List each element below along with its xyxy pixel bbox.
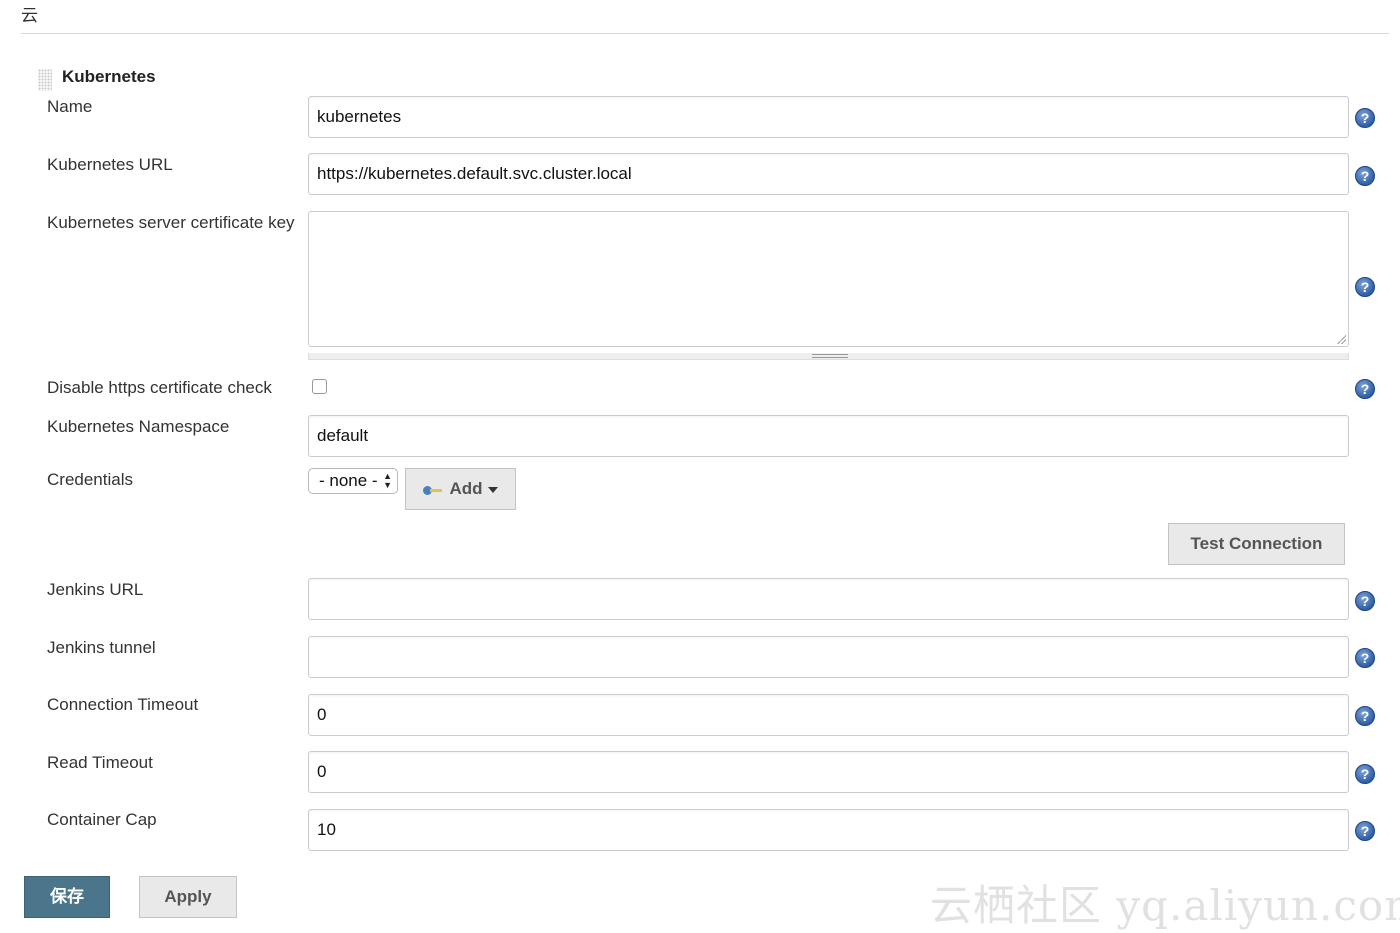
resize-grip-icon[interactable]	[1336, 334, 1346, 344]
key-icon	[423, 485, 443, 495]
container-cap-label: Container Cap	[47, 810, 157, 829]
caret-down-icon	[487, 486, 498, 493]
certificate-key-textarea[interactable]	[308, 211, 1349, 347]
add-button-label: Add	[449, 479, 483, 498]
test-connection-button[interactable]: Test Connection	[1168, 523, 1345, 565]
add-credentials-button[interactable]: Add	[405, 468, 516, 510]
connection-timeout-help-icon[interactable]: ?	[1355, 706, 1375, 726]
namespace-label: Kubernetes Namespace	[47, 417, 230, 436]
disable-https-label: Disable https certificate check	[47, 378, 272, 397]
name-label: Name	[47, 97, 93, 116]
name-help-icon[interactable]: ?	[1355, 108, 1375, 128]
certificate-key-label: Kubernetes server certificate key	[47, 213, 295, 232]
jenkins-tunnel-input[interactable]	[308, 636, 1349, 678]
kubernetes-url-help-icon[interactable]: ?	[1355, 166, 1375, 186]
resize-handle-icon[interactable]	[812, 354, 848, 358]
save-button[interactable]: 保存	[24, 876, 110, 918]
jenkins-tunnel-label: Jenkins tunnel	[47, 638, 156, 657]
select-arrows-icon: ▲ ▼	[383, 471, 392, 490]
credentials-label: Credentials	[47, 470, 133, 489]
name-input[interactable]: kubernetes	[308, 96, 1349, 138]
kubernetes-url-input[interactable]: https://kubernetes.default.svc.cluster.l…	[308, 153, 1349, 195]
cloud-title: Kubernetes	[62, 67, 156, 86]
read-timeout-input[interactable]: 0	[308, 751, 1349, 793]
connection-timeout-label: Connection Timeout	[47, 695, 199, 714]
namespace-input[interactable]: default	[308, 415, 1349, 457]
textarea-resize-bar[interactable]	[308, 353, 1349, 360]
kubernetes-url-label: Kubernetes URL	[47, 155, 173, 174]
disable-https-checkbox[interactable]	[312, 379, 327, 394]
drag-handle-icon[interactable]	[38, 69, 52, 91]
jenkins-url-label: Jenkins URL	[47, 580, 144, 599]
section-header: 云	[21, 4, 1389, 34]
container-cap-help-icon[interactable]: ?	[1355, 821, 1375, 841]
jenkins-tunnel-help-icon[interactable]: ?	[1355, 648, 1375, 668]
credentials-selected-value: - none -	[319, 471, 378, 490]
watermark: 云栖社区 yq.aliyun.com	[930, 881, 1400, 930]
read-timeout-help-icon[interactable]: ?	[1355, 764, 1375, 784]
connection-timeout-input[interactable]: 0	[308, 694, 1349, 736]
apply-button[interactable]: Apply	[139, 876, 237, 918]
section-title: 云	[21, 6, 38, 26]
jenkins-url-help-icon[interactable]: ?	[1355, 591, 1375, 611]
certificate-key-help-icon[interactable]: ?	[1355, 277, 1375, 297]
read-timeout-label: Read Timeout	[47, 753, 153, 772]
container-cap-input[interactable]: 10	[308, 809, 1349, 851]
jenkins-url-input[interactable]	[308, 578, 1349, 620]
credentials-select[interactable]: - none - ▲ ▼	[308, 468, 398, 494]
disable-https-help-icon[interactable]: ?	[1355, 379, 1375, 399]
